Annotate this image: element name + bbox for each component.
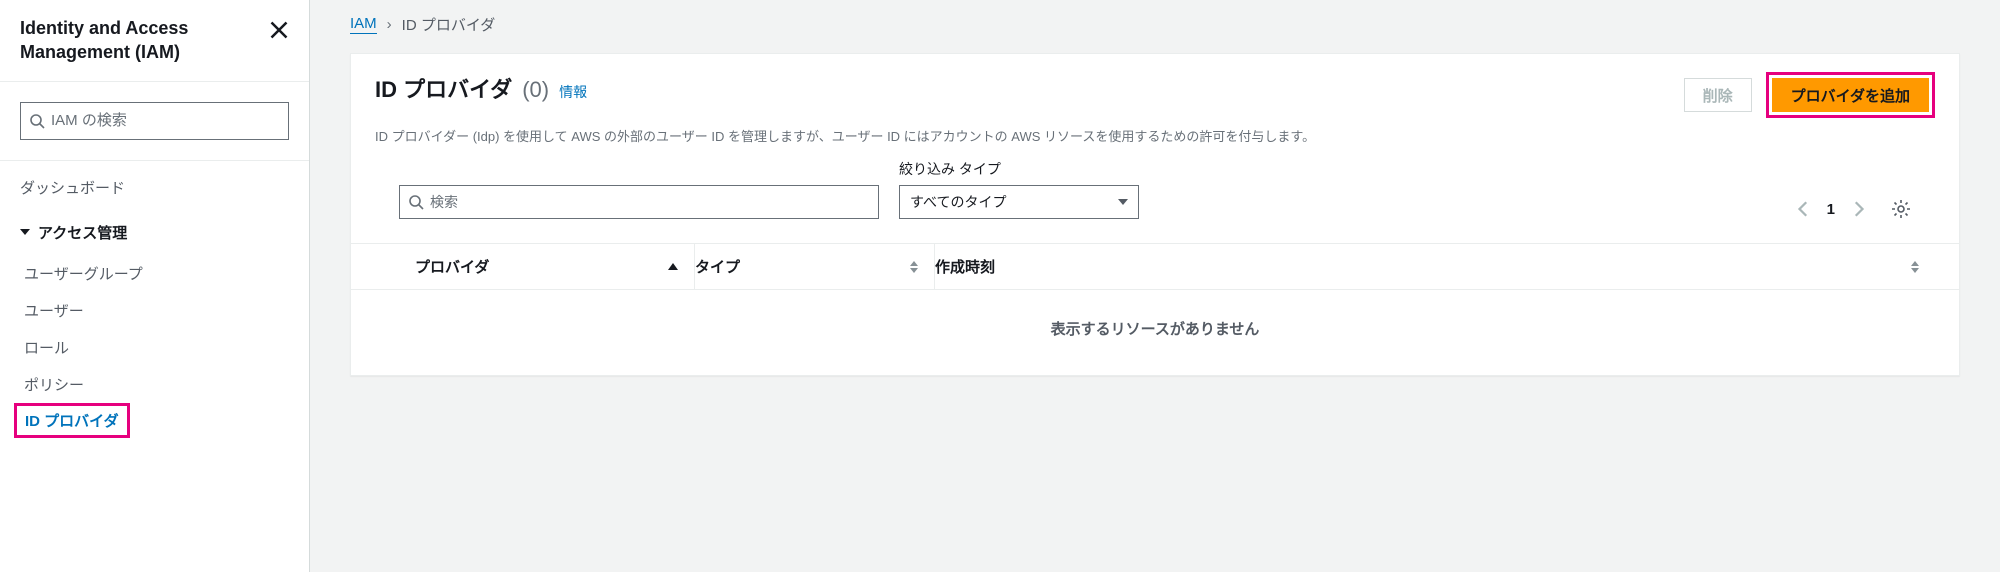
filter-type-wrap: 絞り込み タイプ すべてのタイプ — [899, 159, 1139, 219]
chevron-right-icon: › — [387, 16, 392, 33]
sort-asc-icon — [668, 263, 678, 270]
th-created[interactable]: 作成時刻 — [935, 244, 1935, 289]
panel-title: ID プロバイダ — [375, 72, 512, 104]
sidebar-search[interactable] — [20, 102, 289, 140]
nav-dashboard[interactable]: ダッシュボード — [0, 169, 309, 206]
breadcrumb: IAM › ID プロバイダ — [310, 0, 2000, 53]
th-checkbox — [375, 244, 415, 289]
sidebar-nav: ダッシュボード アクセス管理 ユーザーグループ ユーザー ロール ポリシー ID… — [0, 161, 309, 450]
nav-group-label: アクセス管理 — [38, 222, 127, 243]
nav-sublist: ユーザーグループ ユーザー ロール ポリシー ID プロバイダ — [0, 251, 309, 442]
empty-state: 表示するリソースがありません — [351, 290, 1959, 375]
filter-type-select[interactable]: すべてのタイプ — [899, 185, 1139, 219]
delete-button[interactable]: 削除 — [1684, 78, 1752, 112]
search-icon — [408, 194, 424, 210]
panel-count: (0) — [522, 77, 549, 103]
main: IAM › ID プロバイダ ID プロバイダ (0) 情報 削除 プロバイダを… — [310, 0, 2000, 572]
nav-user-groups[interactable]: ユーザーグループ — [0, 255, 309, 292]
filter-search[interactable] — [399, 185, 879, 219]
sidebar-header: Identity and Access Management (IAM) — [0, 0, 309, 81]
panel-actions: 削除 プロバイダを追加 — [1684, 72, 1935, 118]
filter-search-wrap — [399, 185, 879, 219]
search-icon — [29, 113, 45, 129]
nav-policies[interactable]: ポリシー — [0, 366, 309, 403]
info-link[interactable]: 情報 — [559, 82, 587, 102]
th-created-label: 作成時刻 — [935, 256, 995, 277]
panel-top-row: ID プロバイダ (0) 情報 削除 プロバイダを追加 — [375, 72, 1935, 118]
th-provider[interactable]: プロバイダ — [415, 244, 695, 289]
highlight-add: プロバイダを追加 — [1766, 72, 1935, 118]
panel-description: ID プロバイダー (Idp) を使用して AWS の外部のユーザー ID を管… — [375, 126, 1935, 145]
caret-down-icon — [1118, 199, 1128, 205]
panel-idp: ID プロバイダ (0) 情報 削除 プロバイダを追加 ID プロバイダー (I… — [350, 53, 1960, 376]
sort-icon — [910, 261, 918, 273]
nav-roles[interactable]: ロール — [0, 329, 309, 366]
sort-icon — [1911, 261, 1919, 273]
nav-group-access[interactable]: アクセス管理 — [0, 206, 309, 251]
filter-type-label: 絞り込み タイプ — [899, 159, 1139, 179]
filter-type-value: すべてのタイプ — [910, 192, 1006, 212]
highlight-idp: ID プロバイダ — [14, 403, 130, 438]
add-provider-button[interactable]: プロバイダを追加 — [1772, 78, 1929, 112]
gear-icon[interactable] — [1891, 199, 1911, 219]
filter-row: 絞り込み タイプ すべてのタイプ 1 — [375, 159, 1935, 235]
sidebar-title: Identity and Access Management (IAM) — [20, 16, 269, 65]
filter-search-input[interactable] — [430, 194, 870, 210]
th-type[interactable]: タイプ — [695, 244, 935, 289]
table-header: プロバイダ タイプ 作成時刻 — [351, 243, 1959, 290]
pager-next-icon[interactable] — [1849, 200, 1867, 218]
sidebar-search-wrap — [0, 82, 309, 160]
pager: 1 — [1795, 199, 1911, 219]
sidebar: Identity and Access Management (IAM) ダッシ… — [0, 0, 310, 572]
breadcrumb-current: ID プロバイダ — [402, 14, 496, 35]
sidebar-search-input[interactable] — [51, 112, 280, 129]
caret-down-icon — [20, 229, 30, 235]
nav-users[interactable]: ユーザー — [0, 292, 309, 329]
panel-header: ID プロバイダ (0) 情報 削除 プロバイダを追加 ID プロバイダー (I… — [351, 54, 1959, 243]
th-provider-label: プロバイダ — [415, 256, 489, 277]
nav-id-providers[interactable]: ID プロバイダ — [25, 410, 119, 431]
close-icon[interactable] — [269, 20, 289, 40]
pager-prev-icon[interactable] — [1795, 200, 1813, 218]
breadcrumb-iam[interactable]: IAM — [350, 15, 377, 34]
pager-page: 1 — [1827, 201, 1835, 218]
panel-title-row: ID プロバイダ (0) 情報 — [375, 72, 587, 104]
th-type-label: タイプ — [695, 256, 740, 277]
